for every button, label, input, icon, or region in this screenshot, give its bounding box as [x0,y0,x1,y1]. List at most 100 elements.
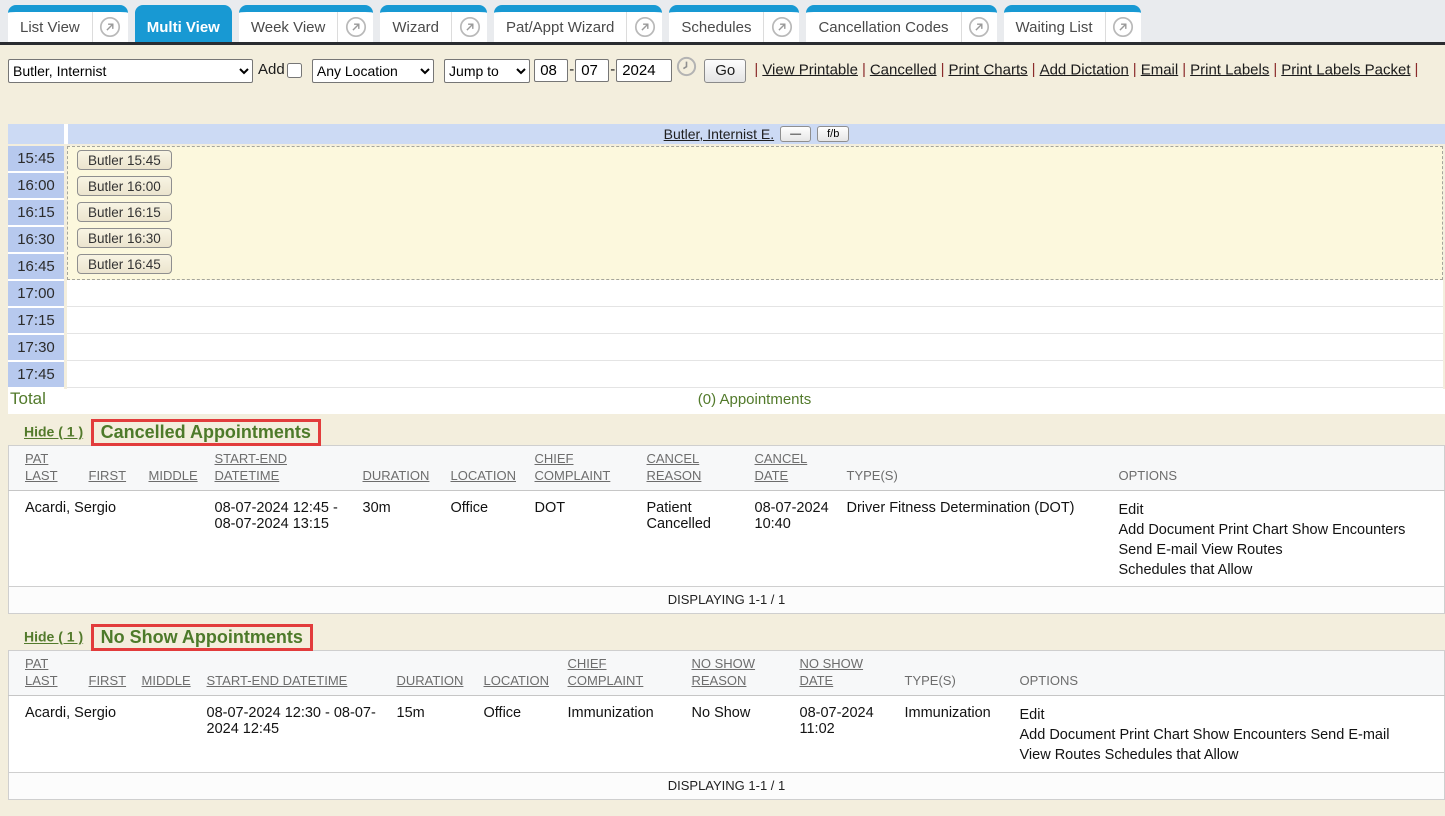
slot-button-butler-16-30[interactable]: Butler 16:30 [77,228,172,248]
open-new-window-icon[interactable] [92,12,128,42]
column-header-start-end-datetime[interactable]: START-END DATETIME [207,446,355,491]
tab-label: Waiting List [1004,19,1105,36]
options-line[interactable]: Schedules that Allow [1119,560,1437,580]
sort-link[interactable]: START-END DATETIME [207,673,348,688]
open-new-window-icon[interactable] [1105,12,1141,42]
tab-week-view[interactable]: Week View [239,5,373,42]
column-header-middle[interactable]: MIDDLE [134,651,199,696]
sort-link[interactable]: PAT LAST [25,451,58,483]
location-select[interactable]: Any Location [312,59,434,83]
open-new-window-icon[interactable] [961,12,997,42]
options-line[interactable]: Edit [1020,705,1437,725]
time-label-16-00: 16:00 [8,173,64,198]
tab-waiting-list[interactable]: Waiting List [1004,5,1141,42]
column-header-no-show-reason[interactable]: NO SHOW REASON [684,651,792,696]
column-header-type-s: TYPE(S) [897,651,1012,696]
toolbar-link-print-charts[interactable]: Print Charts [948,61,1027,78]
clock-icon[interactable] [676,56,697,85]
slot-button-butler-15-45[interactable]: Butler 15:45 [77,150,172,170]
provider-select[interactable]: Butler, Internist [8,59,253,83]
column-header-first[interactable]: FIRST [81,651,134,696]
open-new-window-icon[interactable] [337,12,373,42]
cancelled-hide-link[interactable]: Hide ( 1 ) [24,424,83,440]
fb-button[interactable]: f/b [817,126,849,142]
sort-link[interactable]: PAT LAST [25,656,58,688]
tab-multi-view[interactable]: Multi View [135,5,232,42]
sort-link[interactable]: FIRST [89,673,127,688]
date-day-input[interactable] [575,59,609,82]
column-header-options: OPTIONS [1012,651,1445,696]
column-header-no-show-date[interactable]: NO SHOW DATE [792,651,897,696]
time-label-16-45: 16:45 [8,254,64,279]
tab-list-view[interactable]: List View [8,5,128,42]
sort-link[interactable]: CHIEF COMPLAINT [535,451,611,483]
toolbar-link-add-dictation[interactable]: Add Dictation [1040,61,1129,78]
options-line[interactable]: Add Document Print Chart Show Encounters [1119,520,1437,540]
tab-wizard[interactable]: Wizard [380,5,487,42]
column-header-first[interactable]: FIRST [81,446,141,491]
cell-chief-complaint: Immunization [560,696,684,773]
open-new-window-icon[interactable] [763,12,799,42]
slot-button-butler-16-00[interactable]: Butler 16:00 [77,176,172,196]
open-new-window-icon[interactable] [451,12,487,42]
options-line[interactable]: View Routes Schedules that Allow [1020,745,1437,765]
sort-link[interactable]: NO SHOW DATE [800,656,864,688]
column-header-location[interactable]: LOCATION [476,651,560,696]
column-header-chief-complaint[interactable]: CHIEF COMPLAINT [560,651,684,696]
open-new-window-icon[interactable] [626,12,662,42]
sort-link[interactable]: START-END DATETIME [215,451,287,483]
column-header-duration[interactable]: DURATION [355,446,443,491]
column-header-cancel-date[interactable]: CANCEL DATE [747,446,839,491]
sort-link[interactable]: CANCEL DATE [755,451,808,483]
sort-link[interactable]: LOCATION [484,673,550,688]
toolbar-link-email[interactable]: Email [1141,61,1179,78]
tab-cancellation-codes[interactable]: Cancellation Codes [806,5,996,42]
slot-button-butler-16-45[interactable]: Butler 16:45 [77,254,172,274]
column-header-chief-complaint[interactable]: CHIEF COMPLAINT [527,446,639,491]
noshow-section-head: Hide ( 1 ) No Show Appointments [0,619,1445,650]
total-label: Total [8,389,64,414]
sort-link[interactable]: DURATION [397,673,464,688]
sort-link[interactable]: MIDDLE [149,468,198,483]
tab-schedules[interactable]: Schedules [669,5,799,42]
sort-link[interactable]: MIDDLE [142,673,191,688]
toolbar-links: |View Printable|Cancelled|Print Charts|A… [750,61,1422,78]
options-line[interactable]: Add Document Print Chart Show Encounters… [1020,725,1437,745]
tab-pat-appt-wizard[interactable]: Pat/Appt Wizard [494,5,662,42]
column-header-location[interactable]: LOCATION [443,446,527,491]
go-button[interactable]: Go [704,59,746,83]
collapse-button[interactable]: — [780,126,811,142]
link-separator: | [1411,61,1423,78]
column-header-start-end-datetime[interactable]: START-END DATETIME [199,651,389,696]
column-header-duration[interactable]: DURATION [389,651,476,696]
options-line[interactable]: Edit [1119,500,1437,520]
column-header-pat-last[interactable]: PAT LAST [9,446,81,491]
column-label: OPTIONS [1119,468,1178,483]
toolbar-link-cancelled[interactable]: Cancelled [870,61,937,78]
provider-link[interactable]: Butler, Internist E. [664,126,775,142]
sort-link[interactable]: LOCATION [451,468,517,483]
toolbar-link-view-printable[interactable]: View Printable [762,61,858,78]
tab-bar: List ViewMulti ViewWeek ViewWizardPat/Ap… [0,0,1445,45]
toolbar-link-print-labels[interactable]: Print Labels [1190,61,1269,78]
add-checkbox[interactable] [287,63,302,78]
date-year-input[interactable] [616,59,672,82]
toolbar-link-print-labels-packet[interactable]: Print Labels Packet [1281,61,1410,78]
jump-to-select[interactable]: Jump to [444,59,530,83]
sort-link[interactable]: CHIEF COMPLAINT [568,656,644,688]
column-header-middle[interactable]: MIDDLE [141,446,207,491]
noshow-hide-link[interactable]: Hide ( 1 ) [24,629,83,645]
slot-button-butler-16-15[interactable]: Butler 16:15 [77,202,172,222]
column-header-pat-last[interactable]: PAT LAST [9,651,81,696]
sort-link[interactable]: FIRST [89,468,127,483]
sort-link[interactable]: NO SHOW REASON [692,656,756,688]
column-header-cancel-reason[interactable]: CANCEL REASON [639,446,747,491]
cell-options: EditAdd Document Print Chart Show Encoun… [1012,696,1445,773]
cancelled-section-head: Hide ( 1 ) Cancelled Appointments [0,414,1445,445]
sort-link[interactable]: DURATION [363,468,430,483]
empty-slot-row [67,280,1443,307]
sort-link[interactable]: CANCEL REASON [647,451,702,483]
date-month-input[interactable] [534,59,568,82]
provider-column-header: Butler, Internist E. — f/b [68,124,1445,144]
options-line[interactable]: Send E-mail View Routes [1119,540,1437,560]
